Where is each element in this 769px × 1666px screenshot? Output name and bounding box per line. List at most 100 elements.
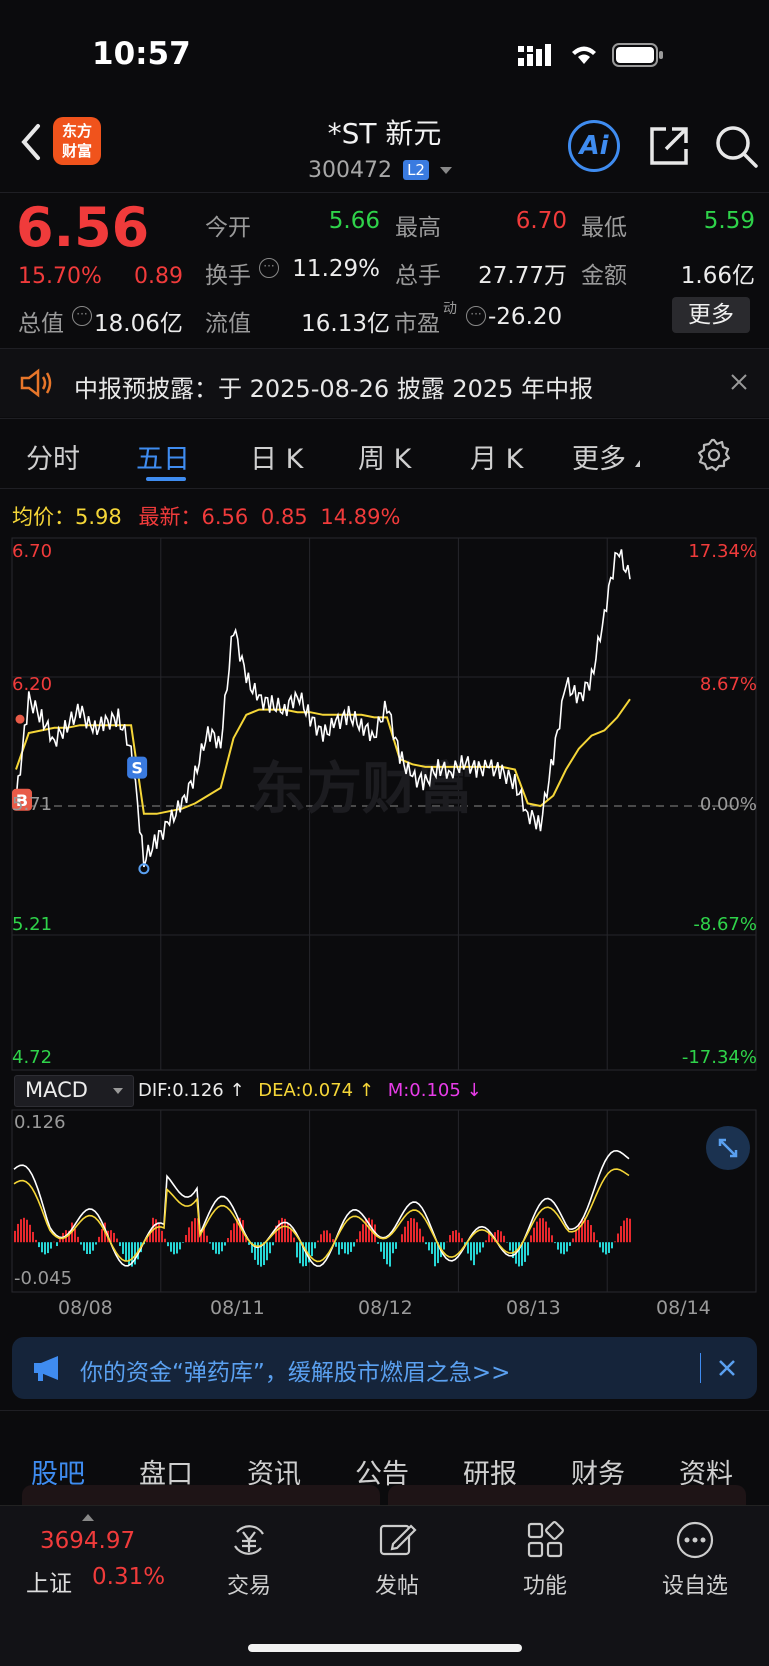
macd-bar [626, 1218, 628, 1242]
x-label-4: 08/14 [656, 1297, 711, 1319]
macd-bar [353, 1242, 355, 1246]
macd-bar [95, 1242, 97, 1244]
x-label-2: 08/12 [358, 1297, 413, 1319]
more-button[interactable]: 更多 [672, 297, 750, 333]
quote-row-1: 今开 5.66 最高 6.70 最低 5.59 [205, 208, 757, 238]
macd-bar [332, 1239, 334, 1242]
price-axis-left-4: 4.72 [12, 1047, 52, 1068]
macd-bar [221, 1242, 223, 1251]
macd-bar [347, 1242, 349, 1254]
tab-weekly-k[interactable]: 周 K [358, 437, 411, 476]
grid-apps-icon [525, 1520, 565, 1560]
macd-bar [539, 1218, 541, 1242]
tab-intraday[interactable]: 分时 [26, 437, 80, 476]
m-label: M: [388, 1080, 410, 1101]
macd-bar [89, 1242, 91, 1254]
ad-banner[interactable]: 你的资金“弹药库”，缓解股市燃眉之急>> [12, 1337, 757, 1399]
price-chart[interactable]: 东方财富 SB [0, 536, 769, 1072]
tool-functions[interactable]: 功能 [490, 1520, 600, 1600]
caret-up-icon [82, 1514, 94, 1521]
macd-bar [383, 1242, 385, 1259]
macd-bar [623, 1221, 625, 1243]
macd-bar [83, 1242, 85, 1250]
tab-five-day[interactable]: 五日 [136, 437, 190, 476]
tab-daily-k[interactable]: 日 K [250, 437, 303, 476]
value-open: 5.66 [295, 208, 380, 234]
settings-button[interactable] [697, 438, 731, 476]
macd-bar [530, 1235, 532, 1242]
dif-arrow: ↑ [229, 1080, 244, 1101]
macd-bar [533, 1228, 535, 1242]
ai-button[interactable]: Ai [568, 120, 620, 172]
macd-bar [125, 1242, 127, 1261]
macd-bar [479, 1242, 481, 1252]
macd-bar [377, 1242, 379, 1244]
svg-text:S: S [131, 759, 143, 778]
info-icon[interactable]: ··· [259, 258, 279, 278]
chart-info-line: 均价：5.98 最新：6.56 0.85 14.89% [12, 501, 400, 531]
macd-bar [290, 1230, 292, 1242]
share-button[interactable] [648, 125, 690, 171]
search-button[interactable] [714, 124, 760, 174]
tab-active-indicator [146, 477, 186, 481]
info-icon[interactable]: ··· [466, 306, 486, 326]
macd-bar [23, 1218, 25, 1242]
sell-marker[interactable]: S [127, 757, 147, 779]
macd-bar [296, 1242, 298, 1257]
macd-bar [44, 1242, 46, 1254]
tab-monthly-k[interactable]: 月 K [470, 437, 523, 476]
macd-bar [293, 1238, 295, 1243]
macd-bar [98, 1237, 100, 1242]
price-axis-right-3: -8.67% [693, 914, 757, 935]
close-notice-button[interactable] [730, 373, 748, 395]
info-icon[interactable]: ··· [72, 306, 92, 326]
macd-bar [500, 1231, 502, 1242]
macd-bar [545, 1222, 547, 1243]
tool-add-watchlist[interactable]: 设自选 [640, 1520, 750, 1600]
macd-bar [191, 1221, 193, 1242]
tool-post[interactable]: 发帖 [342, 1520, 452, 1600]
macd-bar [476, 1242, 478, 1254]
macd-bar [56, 1242, 58, 1246]
macd-bar [557, 1242, 559, 1249]
macd-bar [350, 1242, 352, 1252]
price-axis-left-1: 6.20 [12, 674, 52, 695]
macd-bar [482, 1242, 484, 1247]
macd-bar [446, 1242, 448, 1243]
macd-bar [116, 1239, 118, 1243]
avg-value: 5.98 [75, 505, 122, 529]
yen-exchange-icon [229, 1520, 269, 1560]
macd-bar [50, 1242, 52, 1248]
stock-code-row[interactable]: 300472 L2 [308, 158, 452, 186]
price-axis-left-0: 6.70 [12, 541, 52, 562]
index-name: 上证 [26, 1564, 72, 1598]
indicator-name: MACD [25, 1078, 88, 1102]
search-icon [714, 124, 760, 170]
fullscreen-button[interactable] [706, 1126, 750, 1170]
macd-bar [458, 1233, 460, 1243]
macd-bar [452, 1231, 454, 1242]
macd-bar [356, 1239, 358, 1242]
stock-code: 300472 [308, 158, 392, 183]
indicator-select[interactable]: MACD [14, 1075, 134, 1107]
close-ad-button[interactable] [718, 1359, 736, 1381]
label-pe: 市盈 [394, 304, 440, 338]
macd-bar [560, 1242, 562, 1253]
value-total-value: 18.06亿 [94, 304, 183, 338]
macd-bar [620, 1226, 622, 1242]
tab-more[interactable]: 更多 [572, 437, 626, 476]
tool-add-watchlist-label: 设自选 [640, 1568, 750, 1600]
x-label-1: 08/11 [210, 1297, 265, 1319]
macd-bar [404, 1227, 406, 1243]
tool-trade[interactable]: 交易 [194, 1520, 304, 1600]
battery-icon [612, 42, 664, 72]
index-value[interactable]: 3694.97 [40, 1528, 135, 1554]
notice-bar[interactable]: 中报预披露：于 2025-08-26 披露 2025 年中报 [0, 349, 769, 417]
macd-bar [32, 1232, 34, 1242]
macd-bar [407, 1221, 409, 1242]
macd-bar [392, 1242, 394, 1253]
macd-bar [455, 1230, 457, 1242]
label-open: 今开 [205, 208, 251, 242]
macd-chart[interactable] [0, 1108, 769, 1294]
macd-bar [602, 1242, 604, 1252]
